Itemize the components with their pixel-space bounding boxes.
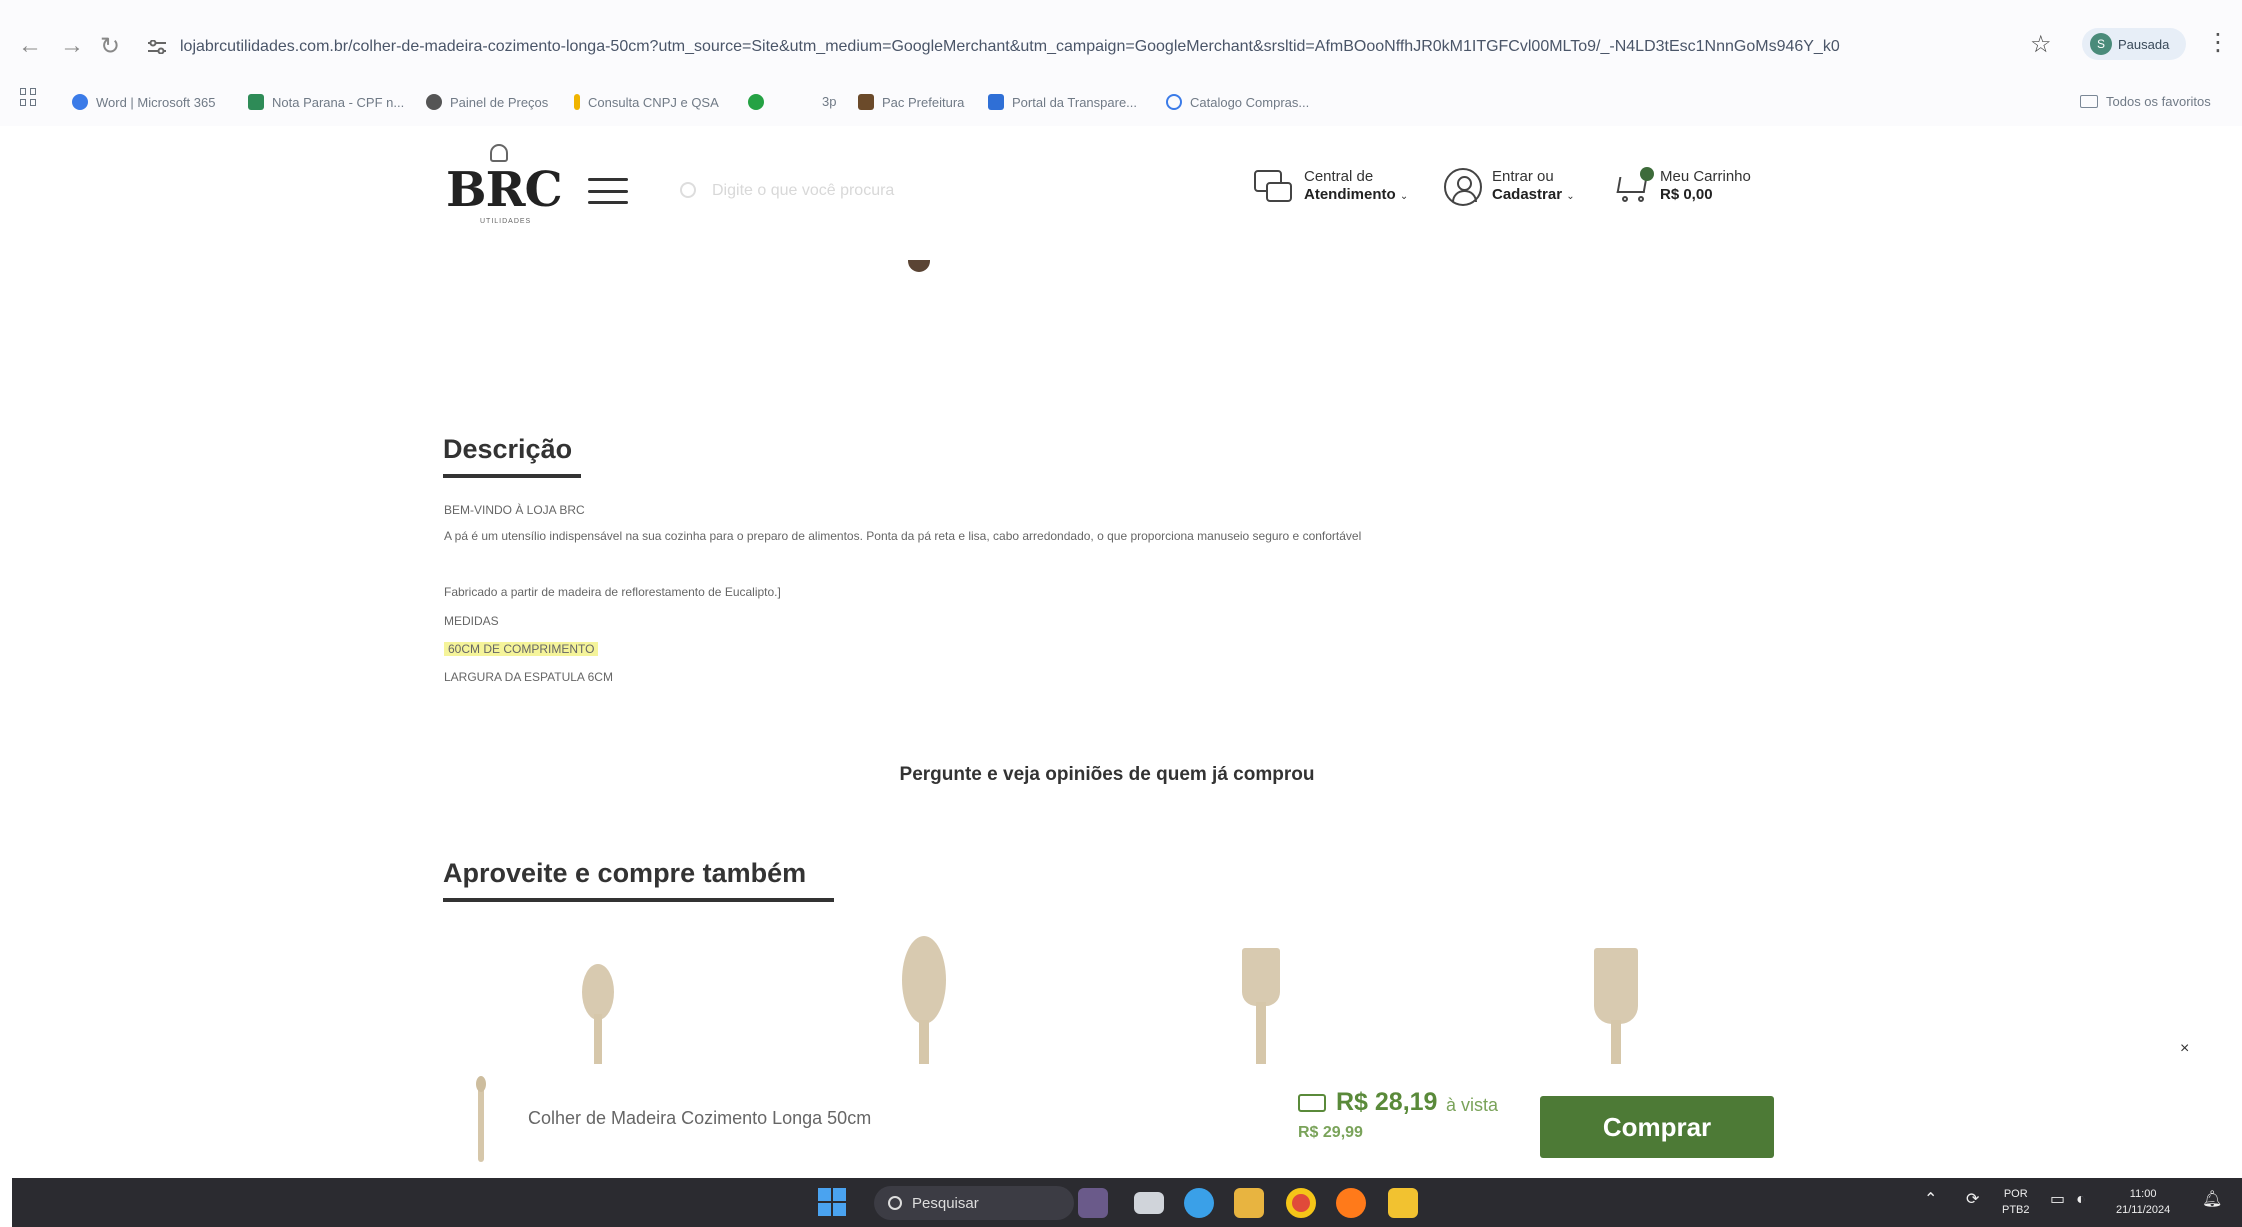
- product-image-fragment: [908, 260, 930, 272]
- bookmark-portal-transparencia[interactable]: Portal da Transpare...: [988, 94, 1137, 110]
- related-title: Aproveite e compre também: [443, 858, 807, 888]
- reload-icon[interactable]: ↻: [100, 32, 120, 61]
- sticky-notes-icon[interactable]: [1388, 1188, 1418, 1218]
- bookmark-word[interactable]: Word | Microsoft 365: [72, 94, 215, 110]
- related-underline: [443, 898, 834, 902]
- description-line: BEM-VINDO À LOJA BRC: [444, 503, 585, 517]
- microsoft-icon: [72, 94, 88, 110]
- apps-grid-icon[interactable]: [20, 88, 38, 106]
- support-line2: Atendimento: [1304, 186, 1396, 203]
- globe-icon: [426, 94, 442, 110]
- taskbar-search-label: Pesquisar: [912, 1194, 979, 1212]
- firefox-icon[interactable]: [1336, 1188, 1366, 1218]
- browser-menu-icon[interactable]: ⋮: [2206, 28, 2230, 57]
- questions-reviews-link[interactable]: Pergunte e veja opiniões de quem já comp…: [0, 764, 2214, 786]
- nota-parana-icon: [248, 94, 264, 110]
- product-thumbnail: [476, 1076, 486, 1162]
- portal-icon: [988, 94, 1004, 110]
- highlighted-text: 60CM DE COMPRIMENTO: [444, 642, 599, 656]
- notification-bell-icon[interactable]: 🔔︎: [2202, 1192, 2222, 1208]
- bookmark-star-icon[interactable]: ☆: [2030, 30, 2052, 59]
- task-view-icon[interactable]: [1134, 1192, 1164, 1214]
- bookmark-nota-parana[interactable]: Nota Parana - CPF n...: [248, 94, 404, 110]
- bookmarks-bar: Word | Microsoft 365 Nota Parana - CPF n…: [0, 84, 2242, 126]
- description-line-highlighted: 60CM DE COMPRIMENTO: [444, 642, 599, 656]
- chat-icon: [1254, 170, 1294, 204]
- chevron-down-icon: ⌄: [1566, 191, 1575, 202]
- description-underline: [443, 474, 581, 478]
- sync-icon[interactable]: ⟳: [1966, 1192, 1979, 1208]
- logo-decoration-icon: [490, 144, 508, 162]
- clock-date: 21/11/2024: [2116, 1204, 2171, 1216]
- browser-toolbar: ← → ↻ lojabrcutilidades.com.br/colher-de…: [0, 0, 2242, 84]
- support-line1: Central de: [1304, 168, 1374, 185]
- support-link[interactable]: Central de Atendimento ⌄: [1254, 168, 1408, 206]
- windows-taskbar: Pesquisar ⌃ ⟳ POR PTB2 ▭ ◐ 11:00 21/11/2…: [12, 1178, 2242, 1227]
- windows-logo-icon: [818, 1188, 846, 1216]
- bookmark-3p[interactable]: 3p: [822, 94, 836, 109]
- clock-time: 11:00: [2129, 1188, 2157, 1200]
- sticky-buy-bar: Colher de Madeira Cozimento Longa 50cm R…: [0, 1064, 2242, 1180]
- search-icon: [888, 1196, 902, 1210]
- search-input[interactable]: [672, 172, 1172, 210]
- account-link[interactable]: Entrar ou Cadastrar ⌄: [1444, 168, 1575, 206]
- clock[interactable]: 11:00 21/11/2024: [2116, 1186, 2170, 1218]
- start-button[interactable]: [818, 1188, 846, 1218]
- description-title: Descrição: [443, 434, 573, 464]
- description-line: Fabricado a partir de madeira de reflore…: [444, 585, 781, 599]
- user-icon: [1444, 168, 1482, 206]
- bookmark-whatsapp[interactable]: [748, 94, 764, 110]
- bookmark-painel-precos[interactable]: Painel de Preços: [426, 94, 548, 110]
- tray-chevron-up-icon[interactable]: ⌃: [1924, 1192, 1937, 1208]
- taskbar-search[interactable]: Pesquisar: [874, 1186, 1074, 1220]
- back-icon[interactable]: ←: [18, 32, 42, 60]
- cart-link[interactable]: Meu Carrinho R$ 0,00: [1612, 167, 1751, 204]
- product-name: Colher de Madeira Cozimento Longa 50cm: [528, 1108, 872, 1128]
- money-icon: [1298, 1094, 1326, 1112]
- language-indicator[interactable]: POR PTB2: [2002, 1186, 2030, 1218]
- profile-button[interactable]: S Pausada: [2082, 28, 2186, 60]
- all-favorites-folder[interactable]: Todos os favoritos: [2080, 94, 2211, 109]
- bookmark-pac-prefeitura[interactable]: Pac Prefeitura: [858, 94, 964, 110]
- description-line: A pá é um utensílio indispensável na sua…: [444, 529, 1362, 543]
- catalogo-icon: [1166, 94, 1182, 110]
- chevron-down-icon: ⌄: [1399, 191, 1409, 202]
- network-icon[interactable]: ▭: [2050, 1192, 2065, 1208]
- volume-icon[interactable]: ◐: [2076, 1192, 2086, 1208]
- forward-icon[interactable]: →: [60, 32, 84, 60]
- product-price-old: R$ 29,99: [1298, 1124, 1363, 1141]
- widgets-app-icon[interactable]: [1078, 1188, 1108, 1218]
- chrome-icon[interactable]: [1286, 1188, 1316, 1218]
- buy-button[interactable]: Comprar: [1540, 1096, 1774, 1158]
- search-box: [672, 172, 1172, 210]
- file-explorer-icon[interactable]: [1234, 1188, 1264, 1218]
- profile-avatar: S: [2090, 33, 2112, 55]
- store-logo[interactable]: BRC: [446, 162, 563, 218]
- store-logo-subtitle: UTILIDADES: [480, 218, 532, 225]
- cart-icon: [1612, 167, 1654, 203]
- cnpj-icon: [574, 94, 580, 110]
- description-line: MEDIDAS: [444, 614, 499, 628]
- profile-label: Pausada: [2118, 36, 2170, 52]
- bookmark-consulta-cnpj[interactable]: Consulta CNPJ e QSA: [574, 94, 719, 110]
- sticky-bar-close-icon[interactable]: ×: [2180, 1040, 2189, 1058]
- description-line: LARGURA DA ESPATULA 6CM: [444, 670, 613, 684]
- product-price: R$ 28,19: [1336, 1088, 1438, 1116]
- cart-badge: [1640, 167, 1654, 181]
- price-suffix: à vista: [1446, 1095, 1499, 1115]
- bookmark-catalogo-compras[interactable]: Catalogo Compras...: [1166, 94, 1309, 110]
- cart-total: R$ 0,00: [1660, 186, 1713, 203]
- menu-hamburger-icon[interactable]: [588, 178, 628, 204]
- account-line1: Entrar ou: [1492, 168, 1554, 185]
- address-bar-url[interactable]: lojabrcutilidades.com.br/colher-de-madei…: [180, 38, 1870, 56]
- folder-icon: [2080, 95, 2098, 108]
- account-line2: Cadastrar: [1492, 186, 1563, 203]
- prefeitura-icon: [858, 94, 874, 110]
- cart-line1: Meu Carrinho: [1660, 168, 1751, 185]
- search-icon[interactable]: [680, 182, 696, 198]
- whatsapp-icon: [748, 94, 764, 110]
- site-settings-icon[interactable]: [148, 40, 166, 54]
- copilot-icon[interactable]: [1184, 1188, 1214, 1218]
